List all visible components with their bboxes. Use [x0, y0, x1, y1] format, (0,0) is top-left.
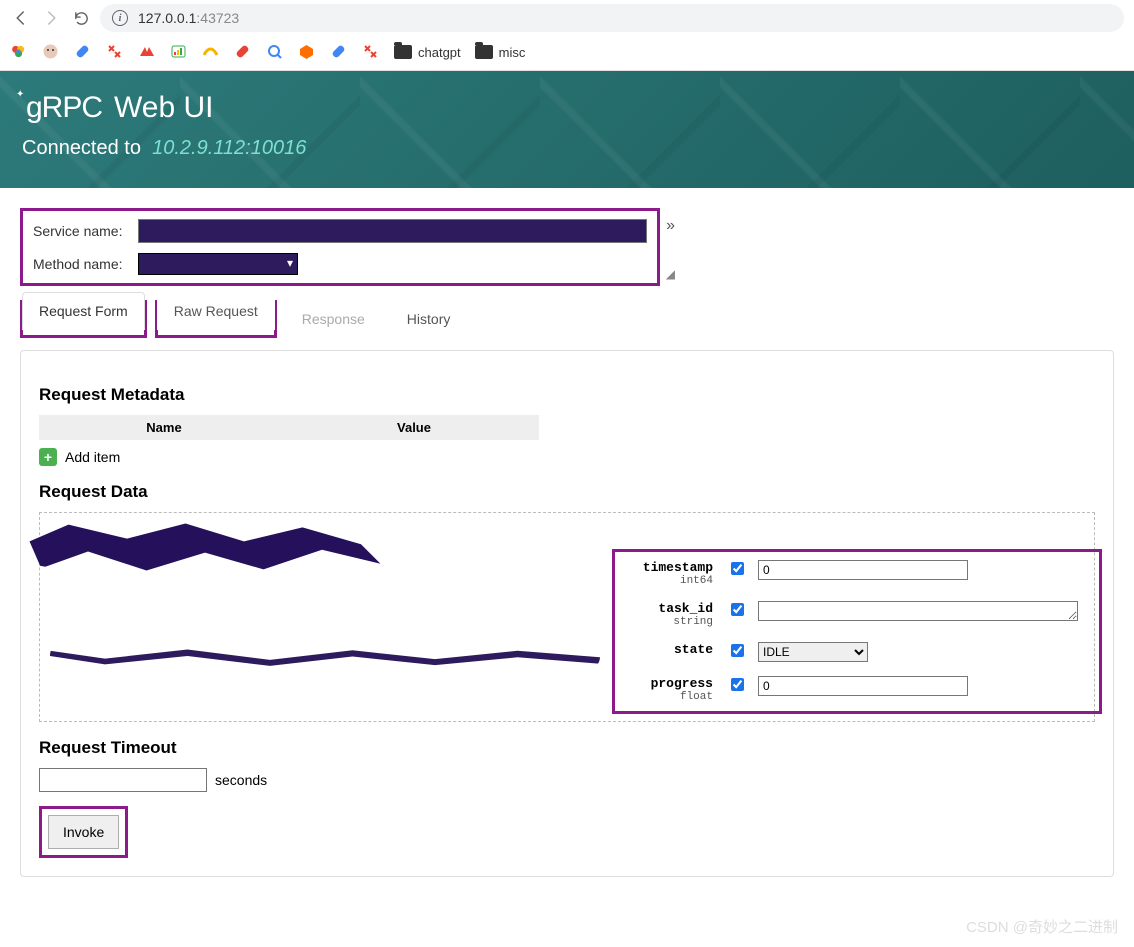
- service-name-select[interactable]: [138, 219, 647, 243]
- forward-button[interactable]: [40, 7, 62, 29]
- redacted-scribble: [50, 643, 600, 669]
- bookmark-icon-8[interactable]: [234, 43, 252, 61]
- field-input-progress[interactable]: [758, 676, 968, 696]
- bookmark-icon-6[interactable]: [170, 43, 188, 61]
- field-input-timestamp[interactable]: [758, 560, 968, 580]
- invoke-button[interactable]: Invoke: [48, 815, 119, 849]
- bookmark-icon-9[interactable]: [266, 43, 284, 61]
- site-info-icon[interactable]: i: [112, 10, 128, 26]
- metadata-col-name: Name: [39, 415, 289, 440]
- bookmark-icon-4[interactable]: [106, 43, 124, 61]
- metadata-table: Name Value: [39, 415, 539, 440]
- bookmark-folder-chatgpt[interactable]: chatgpt: [394, 45, 461, 60]
- connected-address: 10.2.9.112:10016: [152, 137, 306, 159]
- bookmark-icon-5[interactable]: [138, 43, 156, 61]
- bookmark-icon-10[interactable]: [298, 43, 316, 61]
- watermark: CSDN @奇妙之二进制: [966, 916, 1118, 937]
- url-host: 127.0.0.1: [138, 10, 196, 26]
- bookmark-icon-12[interactable]: [362, 43, 380, 61]
- field-row-timestamp: timestamp int64: [625, 560, 1089, 587]
- folder-icon: [394, 45, 412, 59]
- bookmark-icon-1[interactable]: [10, 43, 28, 61]
- add-item-label: Add item: [65, 449, 120, 465]
- back-button[interactable]: [10, 7, 32, 29]
- field-enable-checkbox[interactable]: [731, 678, 744, 691]
- request-metadata-heading: Request Metadata: [39, 385, 1095, 405]
- field-name: state: [625, 642, 713, 657]
- method-name-label: Method name:: [33, 256, 138, 272]
- bookmark-icon-3[interactable]: [74, 43, 92, 61]
- tab-request-form[interactable]: Request Form: [22, 292, 145, 330]
- service-name-label: Service name:: [33, 223, 138, 239]
- service-method-selector: » ◢ Service name: Method name:: [20, 208, 660, 286]
- field-input-task-id[interactable]: [758, 601, 1078, 621]
- address-bar[interactable]: i 127.0.0.1:43723: [100, 4, 1124, 32]
- field-enable-checkbox[interactable]: [731, 562, 744, 575]
- field-name: progress: [625, 676, 713, 691]
- field-row-state: state IDLE: [625, 642, 1089, 662]
- request-data-box: timestamp int64 task_id string: [39, 512, 1095, 722]
- bookmark-folder-misc[interactable]: misc: [475, 45, 526, 60]
- tab-raw-request[interactable]: Raw Request: [157, 292, 275, 330]
- bookmark-folder-label: chatgpt: [418, 45, 461, 60]
- reload-button[interactable]: [70, 7, 92, 29]
- field-name: task_id: [625, 601, 713, 616]
- field-name: timestamp: [625, 560, 713, 575]
- browser-chrome: i 127.0.0.1:43723 chatgpt misc: [0, 0, 1134, 71]
- bookmark-icon-11[interactable]: [330, 43, 348, 61]
- request-fields: timestamp int64 task_id string: [612, 549, 1102, 714]
- field-type: int64: [625, 575, 713, 587]
- timeout-unit-label: seconds: [215, 772, 267, 788]
- field-select-state[interactable]: IDLE: [758, 642, 868, 662]
- bookmarks-bar: chatgpt misc: [0, 36, 1134, 70]
- app-title: Web UI: [114, 91, 213, 125]
- field-enable-checkbox[interactable]: [731, 603, 744, 616]
- grpc-logo: gRPC: [22, 91, 102, 125]
- timeout-input[interactable]: [39, 768, 207, 792]
- method-name-select[interactable]: [138, 253, 298, 275]
- field-enable-checkbox[interactable]: [731, 644, 744, 657]
- connected-label: Connected to: [22, 137, 141, 159]
- add-metadata-item[interactable]: + Add item: [39, 448, 1095, 466]
- tabs: Request Form Raw Request Response Histor…: [20, 300, 1114, 338]
- field-type: string: [625, 616, 713, 628]
- bookmark-icon-2[interactable]: [42, 43, 60, 61]
- metadata-col-value: Value: [289, 415, 539, 440]
- app-header: gRPC Web UI Connected to 10.2.9.112:1001…: [0, 71, 1134, 188]
- bookmark-icon-7[interactable]: [202, 43, 220, 61]
- tab-response: Response: [285, 300, 382, 338]
- folder-icon: [475, 45, 493, 59]
- url-port: :43723: [196, 10, 239, 26]
- field-row-task-id: task_id string: [625, 601, 1089, 628]
- plus-icon: +: [39, 448, 57, 466]
- resize-handle-icon[interactable]: ◢: [666, 267, 675, 281]
- request-timeout-heading: Request Timeout: [39, 738, 1095, 758]
- request-data-heading: Request Data: [39, 482, 1095, 502]
- redacted-scribble: [10, 519, 400, 575]
- request-form-panel: Request Metadata Name Value + Add item R…: [20, 350, 1114, 877]
- field-type: float: [625, 691, 713, 703]
- browser-navbar: i 127.0.0.1:43723: [0, 0, 1134, 36]
- field-row-progress: progress float: [625, 676, 1089, 703]
- main-content: » ◢ Service name: Method name: Request F…: [0, 188, 1134, 897]
- expand-icon[interactable]: »: [666, 217, 675, 235]
- bookmark-folder-label: misc: [499, 45, 526, 60]
- tab-history[interactable]: History: [390, 300, 468, 338]
